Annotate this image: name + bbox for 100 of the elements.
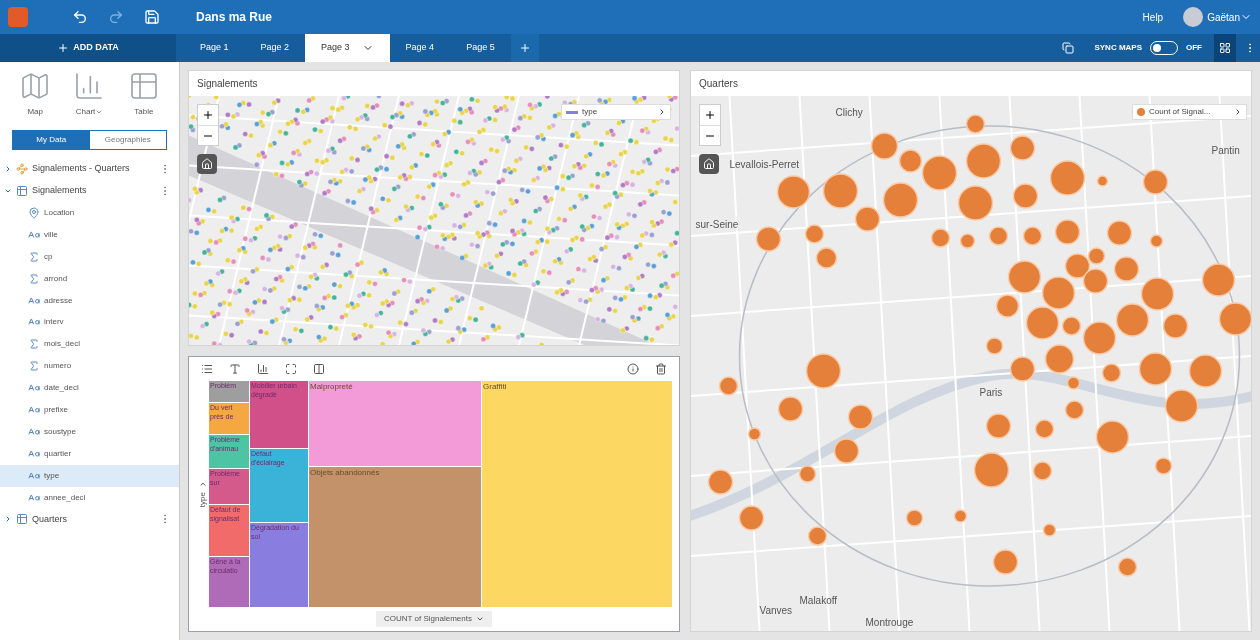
add-data-button[interactable]: ADD DATA (0, 34, 176, 62)
text-icon[interactable] (229, 363, 241, 375)
field-item[interactable]: soustype (0, 420, 179, 443)
field-name: Location (44, 206, 75, 219)
treemap-tile[interactable]: Malpropreté (309, 381, 481, 466)
text-field-icon (28, 294, 40, 307)
text-field-icon (28, 228, 40, 241)
field-name: annee_decl (44, 491, 86, 504)
field-name: mois_decl (44, 338, 80, 351)
field-name: cp (44, 250, 53, 263)
list-icon[interactable] (201, 363, 213, 375)
legend-button[interactable]: Count of Signal... (1132, 104, 1247, 120)
field-name: type (44, 469, 60, 482)
field-item[interactable]: mois_decl (0, 333, 179, 356)
dataset-name[interactable]: Signalements - Quarters (32, 162, 155, 176)
legend-swatch-icon (566, 110, 578, 114)
place-label: Montrouge (865, 617, 914, 628)
info-icon[interactable] (627, 363, 639, 375)
caret-icon (475, 615, 484, 623)
axis-field-button[interactable]: type (197, 480, 209, 508)
place-label: sur-Seine (695, 219, 739, 230)
page-tab[interactable]: Page 2 (244, 34, 306, 62)
tile-label: Objets abandonnés (310, 466, 381, 479)
field-name: quartier (44, 447, 72, 460)
avatar-icon (1183, 7, 1204, 27)
copy-icon[interactable] (1062, 42, 1075, 54)
caret-icon (95, 108, 104, 116)
tile-label: Graffiti (483, 381, 508, 393)
place-label: Vanves (759, 605, 793, 616)
field-name: date_decl (44, 382, 79, 395)
field-item[interactable]: arrond (0, 267, 179, 290)
dataset-name[interactable]: Signalements (32, 184, 155, 198)
card-title: Quarters (698, 77, 739, 91)
expand-icon[interactable] (285, 363, 297, 375)
home-icon (703, 158, 715, 170)
field-name: soustype (44, 425, 77, 438)
table-icon (16, 513, 28, 526)
grid-view-button[interactable] (1214, 34, 1236, 62)
create-button[interactable]: Map (19, 70, 52, 118)
field-name: prefixe (44, 403, 68, 416)
sync-maps-label: SYNC MAPS (1094, 42, 1142, 54)
field-item[interactable]: date_decl (0, 377, 179, 399)
home-button[interactable] (197, 154, 217, 174)
place-label: Malakoff (799, 595, 838, 606)
field-item[interactable]: quartier (0, 442, 179, 465)
text-field-icon (28, 491, 40, 504)
number-field-icon (28, 360, 40, 373)
caret-icon (658, 108, 666, 116)
data-tab[interactable]: My Data (13, 131, 90, 149)
chart-type-icon[interactable] (257, 363, 269, 375)
plus-icon (518, 42, 531, 54)
text-field-icon (28, 425, 40, 438)
place-label: Clichy (835, 107, 863, 118)
field-name: adresse (44, 294, 73, 307)
page-tab[interactable]: Page 5 (450, 34, 511, 62)
grid-icon (1219, 42, 1231, 54)
help-link[interactable]: Help (1142, 9, 1164, 25)
field-item[interactable]: numero (0, 355, 179, 378)
panel-icon[interactable] (313, 363, 325, 375)
caret-icon (199, 480, 207, 489)
text-field-icon (28, 447, 40, 460)
field-item[interactable]: ville (0, 223, 179, 246)
field-item[interactable]: adresse (0, 289, 179, 312)
user-menu[interactable]: Gaëtan (1207, 9, 1252, 25)
place-label: Paris (979, 387, 1003, 398)
place-label: Pantin (1211, 145, 1240, 156)
field-name: arrond (44, 272, 68, 285)
number-field-icon (28, 338, 40, 351)
treemap-tile[interactable]: Graffiti (482, 381, 672, 607)
field-name: interv (44, 316, 64, 329)
page-tab[interactable]: Page 1 (184, 34, 245, 62)
text-field-icon (28, 403, 40, 416)
create-button[interactable]: Table (127, 70, 160, 118)
delete-icon[interactable] (655, 363, 667, 375)
page-tab[interactable]: Page 4 (389, 34, 451, 62)
field-item[interactable]: type (0, 464, 179, 487)
field-item[interactable]: prefixe (0, 399, 179, 421)
field-item[interactable]: annee_decl (0, 486, 179, 509)
place-label: Levallois-Perret (729, 159, 799, 170)
plus-icon (57, 42, 70, 54)
create-button[interactable]: Chart (73, 70, 106, 118)
add-page-button[interactable] (510, 34, 539, 62)
plus-icon (202, 109, 214, 121)
save-icon[interactable] (144, 9, 160, 25)
legend-button[interactable]: type (561, 104, 671, 120)
undo-icon[interactable] (72, 9, 88, 25)
home-button[interactable] (699, 154, 719, 174)
field-item[interactable]: interv (0, 311, 179, 334)
collapsed-caret-icon[interactable] (4, 515, 12, 524)
measure-button[interactable]: COUNT of Signalements (376, 611, 492, 627)
page-tab[interactable]: Page 3 (305, 34, 390, 62)
number-field-icon (28, 250, 40, 263)
field-item[interactable]: cp (0, 245, 179, 268)
field-name: ville (44, 228, 58, 241)
collapsed-caret-icon[interactable] (4, 165, 12, 173)
dataset-name[interactable]: Quarters (32, 512, 155, 527)
card-title: Signalements (196, 77, 259, 91)
text-field-icon (28, 469, 40, 482)
field-item[interactable]: Location (0, 202, 179, 224)
expanded-caret-icon[interactable] (4, 187, 12, 195)
